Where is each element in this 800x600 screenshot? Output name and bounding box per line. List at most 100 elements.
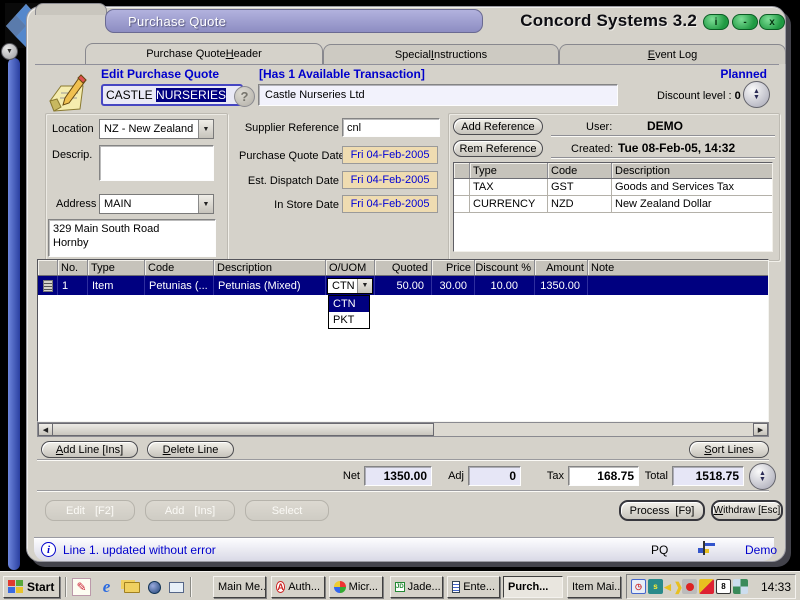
- task-main-menu[interactable]: Main Me...: [213, 576, 266, 598]
- net-field[interactable]: 1350.00: [364, 466, 432, 486]
- ouom-option-pkt[interactable]: PKT: [329, 312, 369, 328]
- status-message: Line 1. updated without error: [63, 543, 216, 557]
- quicklaunch-internet-explorer-icon[interactable]: e: [97, 577, 116, 596]
- col-code: Code: [145, 260, 214, 275]
- references-header-row: Type Code Description: [454, 163, 772, 179]
- tray-volume-icon[interactable]: ◄❱: [662, 579, 684, 594]
- created-value: Tue 08-Feb-05, 14:32: [618, 141, 736, 155]
- doc-code: PQ: [651, 543, 669, 557]
- process-button[interactable]: Process [F9]: [619, 500, 705, 521]
- task-item-maintenance[interactable]: Item Mai...: [567, 576, 621, 598]
- quicklaunch-search-globe-icon[interactable]: [145, 578, 164, 596]
- task-purchase-quote[interactable]: Purch...: [503, 576, 563, 598]
- pinwheel-icon: [334, 581, 346, 593]
- tab-purchase-quote-header[interactable]: Purchase Quote Header: [85, 43, 323, 64]
- tab-special-instructions[interactable]: Special Instructions: [323, 44, 559, 64]
- dispatch-date-label: Est. Dispatch Date: [247, 175, 339, 187]
- help-button[interactable]: ?: [234, 86, 255, 107]
- document-icon: [452, 581, 461, 593]
- total-field[interactable]: 1518.75: [672, 466, 744, 486]
- supplier-name-input[interactable]: Castle Nurseries Ltd: [258, 84, 618, 106]
- descrip-label: Descrip.: [52, 149, 93, 161]
- system-tray: ◷ s ◄❱ 8 14:33: [626, 574, 796, 599]
- reference-row[interactable]: TAX GST Goods and Services Tax: [454, 179, 772, 196]
- task-auth[interactable]: A Auth...: [271, 576, 325, 598]
- start-button[interactable]: Start: [3, 576, 60, 598]
- col-description: Description: [612, 163, 772, 178]
- supplier-code-selected-text: NURSERIES: [156, 88, 227, 102]
- titlebar-notch: [35, 3, 107, 15]
- totals-bar: Net 1350.00 Adj 0 Tax 168.75 Total 1518.…: [37, 460, 776, 491]
- side-toggle-button[interactable]: ▼: [1, 43, 18, 60]
- task-microsoft[interactable]: Micr...: [329, 576, 383, 598]
- discount-level-label: Discount level : 0: [657, 90, 741, 102]
- col-type: Type: [470, 163, 548, 178]
- add-button[interactable]: Add [Ins]: [145, 500, 235, 521]
- grid-horizontal-scrollbar[interactable]: ◀ ▶: [37, 422, 769, 437]
- quote-date-field[interactable]: Fri 04-Feb-2005: [342, 146, 438, 164]
- ouom-dropdown-list: CTN PKT: [328, 295, 370, 329]
- address-select[interactable]: MAIN ▼: [99, 194, 214, 214]
- supplier-code-input[interactable]: CASTLE NURSERIES: [101, 84, 243, 106]
- tray-agent-icon[interactable]: [682, 579, 697, 594]
- ouom-combobox[interactable]: CTN ▼: [327, 277, 373, 294]
- location-select[interactable]: NZ - New Zealand ▼: [99, 119, 214, 139]
- instore-date-field[interactable]: Fri 04-Feb-2005: [342, 195, 438, 213]
- add-reference-button[interactable]: Add Reference: [453, 118, 543, 135]
- withdraw-button[interactable]: Withdraw [Esc]: [711, 500, 783, 521]
- descrip-input[interactable]: [99, 145, 214, 181]
- select-button[interactable]: Select: [245, 500, 329, 521]
- add-line-button[interactable]: Add Line [Ins]: [41, 441, 138, 458]
- close-button[interactable]: x: [759, 14, 785, 30]
- window-title: Purchase Quote: [105, 9, 483, 33]
- scroll-right-icon[interactable]: ▶: [753, 423, 768, 436]
- discount-spinner[interactable]: ▲ ▼: [743, 81, 770, 108]
- delete-line-button[interactable]: Delete Line: [147, 441, 234, 458]
- quicklaunch-mail-icon[interactable]: [167, 578, 186, 596]
- chevron-down-icon[interactable]: ▼: [198, 120, 213, 138]
- line-item-row[interactable]: 1 Item Petunias (... Petunias (Mixed) CT…: [38, 276, 768, 295]
- app-window: Purchase Quote Concord Systems 3.2 i - x…: [26, 3, 786, 562]
- tab-divider: [35, 64, 779, 65]
- adj-field[interactable]: 0: [468, 466, 521, 486]
- rem-reference-button[interactable]: Rem Reference: [453, 140, 543, 157]
- address-line2: Hornby: [53, 237, 89, 249]
- tray-ups-icon[interactable]: 8: [716, 579, 731, 594]
- address-text[interactable]: 329 Main South Road Hornby: [48, 219, 216, 257]
- quicklaunch-folder-icon[interactable]: [122, 578, 141, 596]
- chevron-down-icon[interactable]: ▼: [357, 278, 372, 293]
- chevron-down-icon[interactable]: ▼: [198, 195, 213, 213]
- info-icon: i: [41, 542, 56, 557]
- tab-event-log[interactable]: Event Log: [559, 44, 786, 64]
- task-jade[interactable]: JD Jade...: [390, 576, 443, 598]
- tray-scheduler-icon[interactable]: ◷: [631, 579, 646, 594]
- minimize-button[interactable]: -: [732, 14, 758, 30]
- info-button[interactable]: i: [703, 14, 729, 30]
- divider: [551, 157, 775, 159]
- totals-spinner[interactable]: ▲ ▼: [749, 463, 776, 490]
- reference-row[interactable]: CURRENCY NZD New Zealand Dollar: [454, 196, 772, 213]
- divider: [551, 135, 775, 137]
- tray-network-icon[interactable]: [733, 579, 748, 594]
- auth-icon: A: [276, 581, 286, 593]
- task-enterprise[interactable]: Ente...: [447, 576, 500, 598]
- address-label: Address: [56, 198, 97, 210]
- instore-date-label: In Store Date: [274, 199, 339, 211]
- supplier-ref-input[interactable]: cnl: [342, 118, 440, 137]
- ouom-option-ctn[interactable]: CTN: [329, 296, 369, 312]
- scroll-left-icon[interactable]: ◀: [38, 423, 53, 436]
- windows-logo-icon: [8, 580, 24, 594]
- dispatch-date-field[interactable]: Fri 04-Feb-2005: [342, 171, 438, 189]
- col-ouom: O/UOM: [326, 260, 375, 275]
- scrollbar-thumb[interactable]: [52, 423, 434, 436]
- left-rail: [8, 58, 20, 570]
- quote-date-label: Purchase Quote Date: [239, 150, 345, 162]
- address-value: MAIN: [104, 198, 132, 210]
- taskbar: Start ✎ e Main Me... A Auth... Micr... JD…: [0, 571, 800, 600]
- tax-field[interactable]: 168.75: [568, 466, 639, 486]
- quicklaunch-notes-icon[interactable]: ✎: [72, 578, 91, 596]
- edit-note-icon: [49, 74, 87, 112]
- edit-button[interactable]: Edit [F2]: [45, 500, 135, 521]
- tray-display-icon[interactable]: [699, 579, 714, 594]
- sort-lines-button[interactable]: Sort Lines: [689, 441, 769, 458]
